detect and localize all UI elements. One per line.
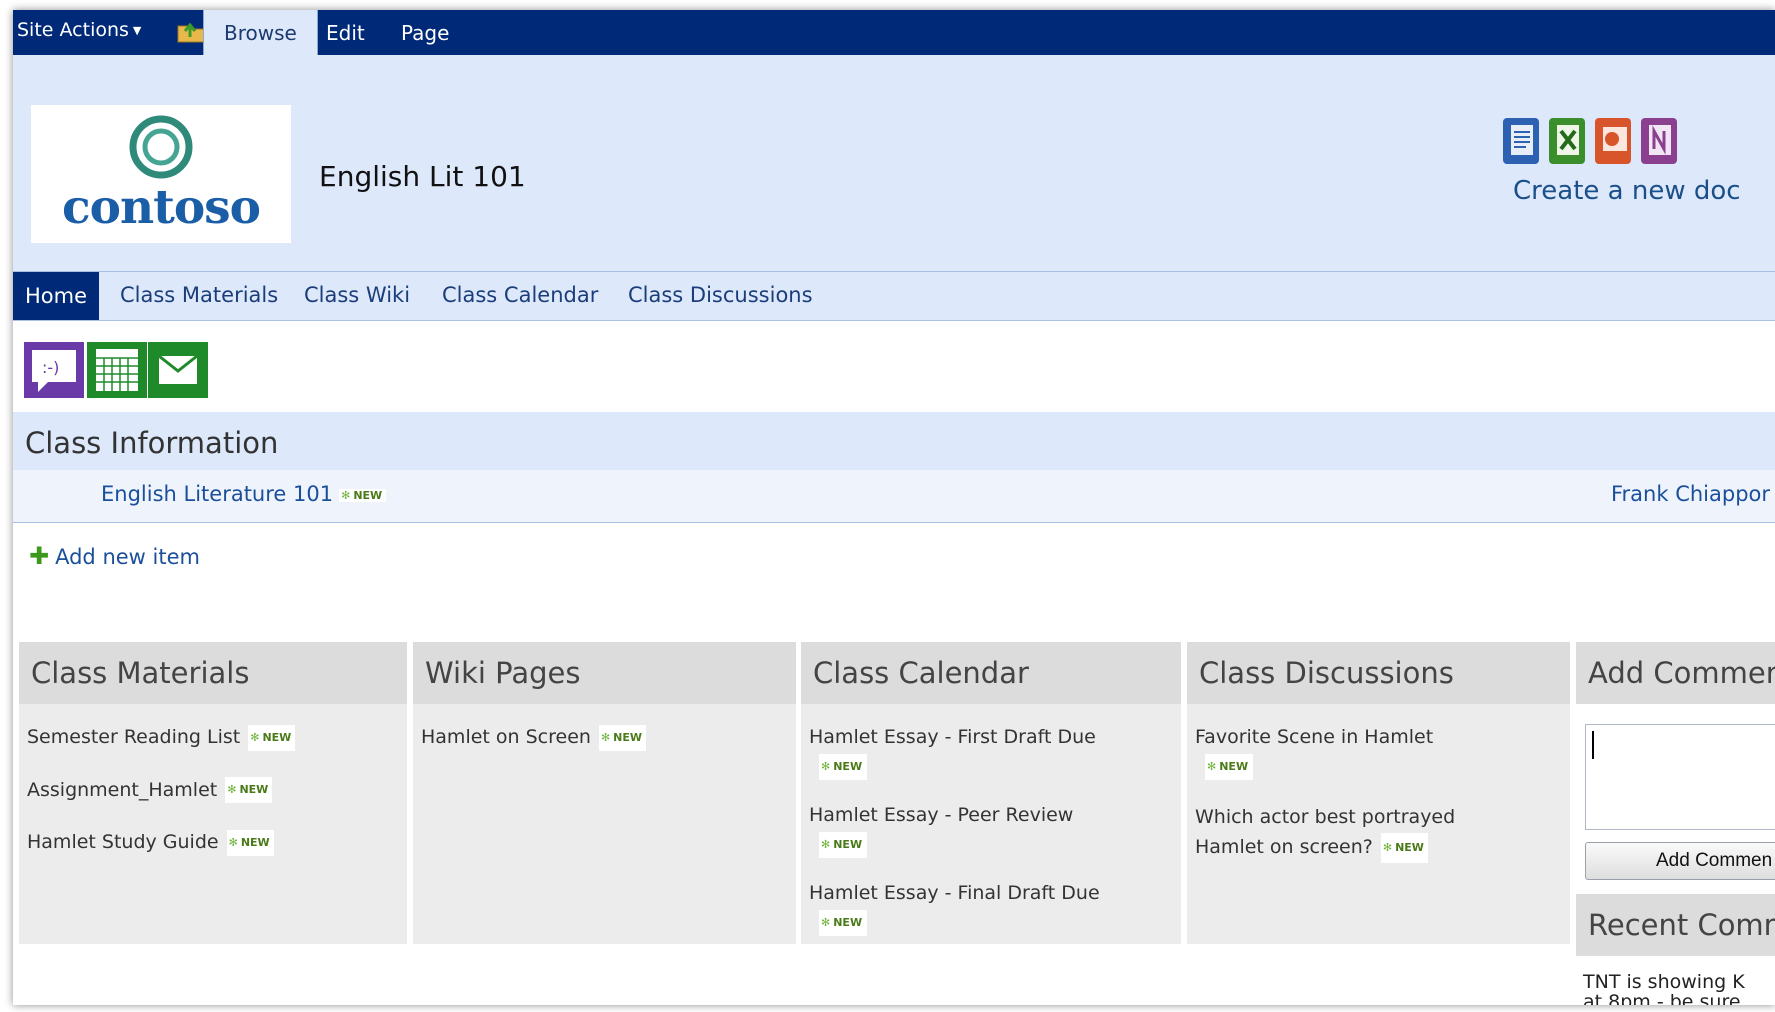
class-information-header: Class Information (13, 412, 1775, 470)
class-information-row: English Literature 101 ✻ NEW Frank Chiappo… (13, 470, 1775, 523)
recent-comments-title: Recent Comm (1588, 908, 1775, 942)
webpart-class-calendar: Class Calendar Hamlet Essay - First Draf… (801, 642, 1181, 944)
list-item[interactable]: Assignment_Hamlet ✻ NEW (27, 777, 399, 803)
webpart-header: Class Materials (19, 642, 407, 704)
webpart-title[interactable]: Class Materials (31, 656, 249, 690)
webpart-header: Class Calendar (801, 642, 1181, 704)
list-item[interactable]: Hamlet on Screen ✻ NEW (421, 724, 788, 751)
new-badge: ✻ NEW (819, 754, 867, 780)
add-comment-header: Add Commen (1576, 642, 1775, 704)
recent-comment-text: TNT is showing K at 8pm - be sure (1583, 971, 1745, 1005)
class-information-title: Class Information (25, 426, 279, 460)
powerpoint-icon[interactable] (1593, 116, 1633, 166)
new-badge: ✻ NEW (226, 829, 274, 856)
text-cursor (1592, 731, 1594, 759)
new-badge: ✻ NEW (819, 910, 867, 936)
top-navigation: Home Class Materials Class Wiki Class Ca… (13, 272, 1775, 321)
add-comment-button[interactable]: Add Commen (1585, 842, 1775, 880)
list-item[interactable]: Favorite Scene in Hamlet ✻ NEW (1195, 724, 1562, 780)
new-star-icon: ✻ (1207, 760, 1217, 773)
site-header: contoso English Lit 101 Create a new doc (13, 55, 1775, 272)
chat-icon[interactable]: :-) (24, 342, 84, 398)
webpart-class-materials: Class Materials Semester Reading List ✻ NE… (19, 642, 407, 944)
new-star-icon: ✻ (821, 760, 831, 773)
create-new-doc-link[interactable]: Create a new doc (1513, 176, 1741, 206)
new-star-icon: ✻ (341, 488, 351, 502)
list-item[interactable]: Semester Reading List ✻ NEW (27, 724, 399, 751)
tab-page[interactable]: Page (401, 21, 449, 45)
class-info-item-link[interactable]: English Literature 101 ✻ NEW (101, 482, 387, 506)
new-badge: ✻ NEW (248, 724, 296, 751)
webpart-header: Wiki Pages (413, 642, 796, 704)
onenote-icon[interactable] (1639, 116, 1679, 166)
navigate-up-icon[interactable] (176, 18, 206, 44)
site-actions-menu[interactable]: Site Actions ▼ (17, 19, 141, 41)
tab-browse[interactable]: Browse (203, 10, 318, 57)
new-star-icon: ✻ (227, 783, 237, 796)
calendar-icon[interactable] (87, 342, 147, 398)
add-new-item-label: Add new item (55, 545, 200, 569)
nav-class-wiki[interactable]: Class Wiki (304, 283, 410, 307)
ribbon-bar: Site Actions ▼ Browse Edit Page (13, 10, 1775, 57)
list-item[interactable]: Hamlet Study Guide ✻ NEW (27, 829, 399, 856)
new-badge: ✻ NEW (1380, 832, 1428, 863)
site-title[interactable]: English Lit 101 (319, 160, 526, 193)
new-star-icon: ✻ (821, 838, 831, 851)
contoso-logo[interactable]: contoso (31, 105, 291, 243)
recent-comments-header: Recent Comm (1576, 894, 1775, 956)
new-star-icon: ✻ (600, 730, 611, 744)
new-star-icon: ✻ (821, 916, 831, 929)
add-comment-title: Add Commen (1588, 656, 1775, 690)
webpart-header: Class Discussions (1187, 642, 1570, 704)
list-item[interactable]: Which actor best portrayed Hamlet on scre… (1195, 802, 1562, 863)
logo-text: contoso (61, 180, 261, 235)
comment-textarea[interactable] (1585, 724, 1775, 830)
nav-class-materials[interactable]: Class Materials (120, 283, 278, 307)
new-badge: ✻ NEW (598, 724, 647, 751)
add-new-item-link[interactable]: ✚ Add new item (29, 542, 200, 570)
webpart-title[interactable]: Class Discussions (1199, 656, 1454, 690)
new-badge: ✻ NEW (1205, 754, 1253, 780)
new-star-icon: ✻ (250, 730, 260, 744)
class-info-item-label: English Literature 101 (101, 482, 334, 506)
new-badge: ✻ NEW (225, 777, 273, 803)
sharepoint-page: Site Actions ▼ Browse Edit Page contoso E… (13, 10, 1775, 1005)
chevron-down-icon: ▼ (132, 24, 142, 37)
excel-icon[interactable] (1547, 116, 1587, 166)
list-item[interactable]: Hamlet Essay - Peer Review ✻ NEW (809, 802, 1173, 858)
logo-rings-icon (129, 115, 193, 179)
nav-class-calendar[interactable]: Class Calendar (442, 283, 598, 307)
site-actions-label: Site Actions (17, 19, 129, 41)
svg-text::-): :-) (42, 358, 59, 377)
webpart-title[interactable]: Class Calendar (813, 656, 1029, 690)
webpart-wiki-pages: Wiki Pages Hamlet on Screen ✻ NEW (413, 642, 796, 944)
instructor-link[interactable]: Frank Chiappor (1611, 482, 1770, 506)
list-item[interactable]: Hamlet Essay - First Draft Due ✻ NEW (809, 724, 1173, 780)
new-badge: ✻ NEW (819, 832, 867, 858)
webpart-title[interactable]: Wiki Pages (425, 656, 580, 690)
tab-edit[interactable]: Edit (326, 21, 365, 45)
nav-class-discussions[interactable]: Class Discussions (628, 283, 813, 307)
new-star-icon: ✻ (1382, 840, 1393, 854)
new-badge: ✻ NEW (339, 488, 387, 502)
list-item[interactable]: Hamlet Essay - Final Draft Due ✻ NEW (809, 880, 1173, 936)
word-icon[interactable] (1501, 116, 1541, 166)
plus-icon: ✚ (29, 542, 50, 570)
mail-icon[interactable] (148, 342, 208, 398)
new-star-icon: ✻ (228, 835, 238, 849)
webpart-class-discussions: Class Discussions Favorite Scene in Haml… (1187, 642, 1570, 944)
nav-home[interactable]: Home (13, 272, 100, 320)
